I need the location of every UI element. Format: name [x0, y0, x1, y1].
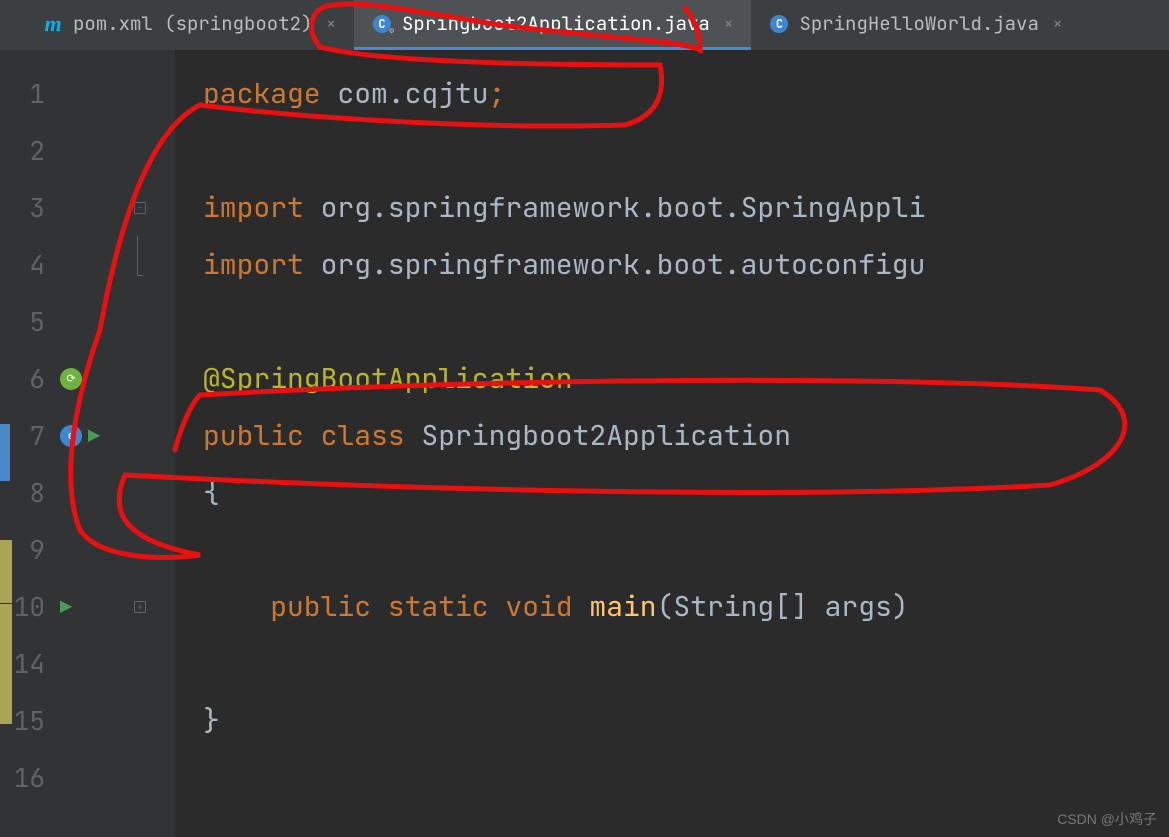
gutter-row: 16	[0, 749, 175, 806]
line-number: 1	[0, 76, 60, 111]
gutter-row: 6⟳	[0, 350, 175, 407]
code-line[interactable]: public static void main(String[] args)	[203, 578, 1169, 635]
code-token-semicolon: ;	[489, 75, 506, 112]
gutter-row: 14	[0, 635, 175, 692]
close-icon[interactable]: ×	[724, 13, 734, 34]
vcs-change-marker	[0, 604, 12, 724]
code-line[interactable]: import org.springframework.boot.autoconf…	[203, 236, 1169, 293]
tab-label: pom.xml (springboot2)	[73, 11, 312, 36]
run-icon[interactable]: ▶	[60, 594, 72, 620]
gutter-row: 1	[0, 65, 175, 122]
code-token-identifier: Springboot2Application	[421, 417, 791, 454]
code-line[interactable]	[203, 749, 1169, 806]
code-token-keyword: import	[203, 246, 321, 283]
fold-column: −	[130, 202, 150, 214]
watermark: CSDN @小鸡子	[1057, 809, 1157, 829]
tab-label: Springboot2Application.java	[402, 11, 710, 36]
spring-bean-icon[interactable]: ⟳	[60, 368, 82, 390]
code-line[interactable]: @SpringBootApplication	[203, 350, 1169, 407]
maven-icon: m	[43, 14, 63, 34]
fold-collapse-icon[interactable]: −	[134, 202, 146, 214]
gutter-row: 5	[0, 293, 175, 350]
code-token-keyword: package	[203, 75, 337, 112]
close-icon[interactable]: ×	[326, 13, 336, 34]
gutter-icons: ▶	[60, 594, 130, 620]
editor-body: 123−456⟳7e▶8910▶+141516 package com.cqjt…	[0, 50, 1169, 837]
gutter: 123−456⟳7e▶8910▶+141516	[0, 50, 175, 837]
fold-column: +	[130, 601, 150, 613]
code-token-keyword: public class	[203, 417, 421, 454]
fold-guide-icon	[137, 236, 143, 276]
tab-spring-hello-world[interactable]: C SpringHelloWorld.java ×	[751, 0, 1080, 50]
fold-expand-icon[interactable]: +	[134, 601, 146, 613]
line-number: 2	[0, 133, 60, 168]
line-number: 16	[0, 760, 60, 795]
line-number: 6	[0, 361, 60, 396]
code-line[interactable]	[203, 293, 1169, 350]
gutter-row: 10▶+	[0, 578, 175, 635]
code-token-identifier: com.cqjtu	[337, 75, 488, 112]
fold-column	[130, 254, 150, 276]
spring-web-icon[interactable]: e	[60, 425, 82, 447]
tab-bar: m pom.xml (springboot2) × C⚙ Springboot2…	[0, 0, 1169, 50]
code-token-identifier: org.springframework.boot.SpringAppli	[321, 189, 926, 226]
gutter-row: 3−	[0, 179, 175, 236]
java-class-icon: C	[769, 14, 789, 34]
gutter-row: 8	[0, 464, 175, 521]
code-line[interactable]: }	[203, 692, 1169, 749]
gutter-row: 9	[0, 521, 175, 578]
code-line[interactable]: import org.springframework.boot.SpringAp…	[203, 179, 1169, 236]
gutter-row: 7e▶	[0, 407, 175, 464]
code-line[interactable]: {	[203, 464, 1169, 521]
editor-container: m pom.xml (springboot2) × C⚙ Springboot2…	[0, 0, 1169, 837]
code-token-default: (String[] args)	[657, 588, 909, 625]
code-token-identifier: org.springframework.boot.autoconfigu	[321, 246, 926, 283]
java-class-icon: C⚙	[372, 14, 392, 34]
code-line[interactable]	[203, 122, 1169, 179]
tab-label: SpringHelloWorld.java	[799, 11, 1038, 36]
code-token-method: main	[589, 588, 656, 625]
gutter-row: 4	[0, 236, 175, 293]
gutter-icons: e▶	[60, 423, 130, 449]
code-line[interactable]: public class Springboot2Application	[203, 407, 1169, 464]
vcs-change-marker	[0, 540, 12, 603]
code-token-keyword: public static void	[270, 588, 589, 625]
code-token-default	[203, 588, 270, 625]
gutter-icons: ⟳	[60, 368, 130, 390]
gutter-row: 2	[0, 122, 175, 179]
code-token-brace: }	[203, 702, 220, 739]
gutter-row: 15	[0, 692, 175, 749]
code-line[interactable]	[203, 635, 1169, 692]
code-line[interactable]: package com.cqjtu;	[203, 65, 1169, 122]
line-number: 4	[0, 247, 60, 282]
code-token-keyword: import	[203, 189, 321, 226]
caret-line-indicator	[0, 424, 10, 481]
code-token-brace: {	[203, 474, 220, 511]
code-token-annotation: @SpringBootApplication	[203, 360, 573, 397]
close-icon[interactable]: ×	[1053, 13, 1063, 34]
code-area[interactable]: package com.cqjtu; import org.springframe…	[175, 50, 1169, 837]
tab-springboot2-application[interactable]: C⚙ Springboot2Application.java ×	[354, 0, 751, 50]
line-number: 5	[0, 304, 60, 339]
code-line[interactable]	[203, 521, 1169, 578]
tab-pom-xml[interactable]: m pom.xml (springboot2) ×	[25, 0, 354, 50]
run-icon[interactable]: ▶	[88, 423, 100, 449]
line-number: 3	[0, 190, 60, 225]
